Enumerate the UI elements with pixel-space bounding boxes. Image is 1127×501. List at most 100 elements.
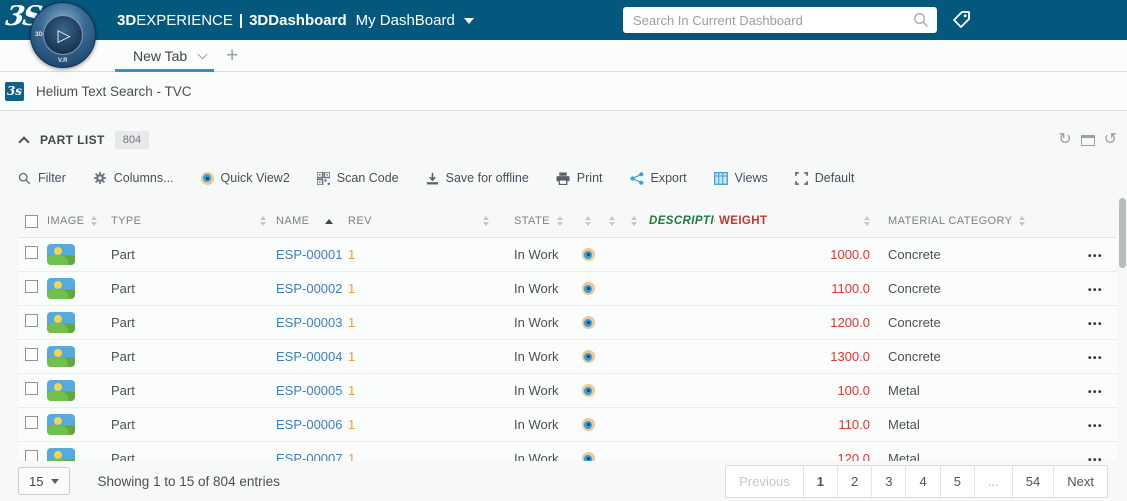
export-button[interactable]: Export [630, 171, 687, 185]
quick-view-radio-icon[interactable] [582, 282, 595, 295]
vertical-scrollbar[interactable] [1119, 198, 1126, 268]
sort-icon[interactable] [585, 216, 591, 226]
row-checkbox[interactable] [25, 450, 38, 462]
scan-code-button[interactable]: Scan Code [317, 171, 399, 185]
pagination-page-button[interactable]: 2 [837, 466, 871, 497]
column-header-name[interactable]: NAME [270, 215, 345, 227]
pagination-page-button[interactable]: 5 [940, 466, 974, 497]
sort-icon[interactable] [631, 216, 637, 226]
column-header-unlabeled-3[interactable] [623, 216, 645, 226]
quick-view-radio-icon[interactable] [582, 384, 595, 397]
pagination-page-button[interactable]: 3 [871, 466, 905, 497]
part-name-link[interactable]: ESP-00001 [276, 247, 343, 262]
row-checkbox[interactable] [25, 280, 38, 293]
pagination-previous-button[interactable]: Previous [726, 466, 803, 497]
row-checkbox[interactable] [25, 348, 38, 361]
part-thumbnail-image[interactable] [47, 312, 75, 333]
table-views-icon [714, 172, 728, 185]
dashboard-name[interactable]: My DashBoard [356, 12, 455, 29]
columns-button[interactable]: Columns... [93, 171, 174, 185]
row-actions-ellipsis-icon[interactable]: ••• [1088, 387, 1103, 398]
row-checkbox[interactable] [25, 246, 38, 259]
column-header-description[interactable]: DESCRIPTION [645, 215, 715, 227]
add-tab-button[interactable]: + [226, 43, 238, 69]
print-button[interactable]: Print [556, 171, 603, 185]
sort-icon[interactable] [1019, 216, 1025, 226]
page-size-select[interactable]: 15 [18, 467, 70, 495]
column-header-weight[interactable]: WEIGHT [715, 215, 876, 227]
quick-view-radio-icon[interactable] [582, 350, 595, 363]
part-name-link[interactable]: ESP-00006 [276, 417, 343, 432]
dashboard-chevron-down-icon[interactable] [464, 18, 474, 24]
sort-icon[interactable] [260, 216, 266, 226]
search-input[interactable] [623, 7, 937, 33]
part-name-link[interactable]: ESP-00002 [276, 281, 343, 296]
type-cell: Part [105, 247, 270, 262]
rev-cell: 1 [345, 281, 493, 296]
part-name-link[interactable]: ESP-00003 [276, 315, 343, 330]
views-button[interactable]: Views [714, 171, 768, 185]
pagination-page-button[interactable]: 1 [803, 466, 837, 497]
column-header-unlabeled-1[interactable] [575, 216, 601, 226]
select-all-checkbox[interactable] [25, 215, 38, 228]
material-cell: Concrete [876, 315, 1056, 330]
state-cell: In Work [493, 281, 575, 296]
column-header-state[interactable]: STATE [493, 215, 575, 227]
filter-button[interactable]: Filter [18, 171, 66, 185]
app-title: Helium Text Search - TVC [36, 84, 192, 99]
quick-view-radio-icon[interactable] [582, 248, 595, 261]
fullscreen-corners-icon [795, 172, 808, 185]
pagination-next-button[interactable]: Next [1053, 466, 1107, 497]
column-header-type[interactable]: TYPE [105, 215, 270, 227]
column-header-material-category[interactable]: MATERIAL CATEGORY [876, 215, 1056, 227]
pagination-page-button[interactable]: 54 [1012, 466, 1053, 497]
sort-icon[interactable] [483, 216, 489, 226]
row-actions-ellipsis-icon[interactable]: ••• [1088, 421, 1103, 432]
part-thumbnail-image[interactable] [47, 278, 75, 299]
part-thumbnail-image[interactable] [47, 414, 75, 435]
sort-icon[interactable] [609, 216, 615, 226]
row-actions-ellipsis-icon[interactable]: ••• [1088, 285, 1103, 296]
part-thumbnail-image[interactable] [47, 244, 75, 265]
section-title[interactable]: PART LIST [40, 133, 105, 147]
part-name-link[interactable]: ESP-00004 [276, 349, 343, 364]
quick-view-radio-icon[interactable] [582, 418, 595, 431]
part-name-link[interactable]: ESP-00007 [276, 451, 343, 462]
sort-ascending-icon[interactable] [325, 219, 333, 224]
part-thumbnail-image[interactable] [47, 346, 75, 367]
quick-view-radio-icon[interactable] [582, 452, 595, 461]
3dexperience-compass-icon[interactable]: ▷ 3D V.R [30, 2, 96, 68]
search-icon[interactable] [913, 12, 929, 28]
column-header-rev[interactable]: REV [345, 215, 493, 227]
row-actions-ellipsis-icon[interactable]: ••• [1088, 319, 1103, 330]
sort-icon[interactable] [864, 216, 870, 226]
quick-view-radio-icon[interactable] [582, 316, 595, 329]
state-column-label: STATE [514, 215, 550, 227]
pagination-page-button[interactable]: 4 [905, 466, 939, 497]
description-column-label: DESCRIPTION [649, 215, 715, 227]
row-checkbox[interactable] [25, 416, 38, 429]
row-actions-ellipsis-icon[interactable]: ••• [1088, 353, 1103, 364]
row-checkbox[interactable] [25, 314, 38, 327]
part-thumbnail-image[interactable] [47, 448, 75, 461]
part-thumbnail-image[interactable] [47, 380, 75, 401]
undo-icon[interactable]: ↺ [1104, 132, 1117, 148]
table-header-row: IMAGE TYPE NAME REV STATE [18, 205, 1117, 238]
column-header-unlabeled-2[interactable] [601, 216, 623, 226]
row-checkbox[interactable] [25, 382, 38, 395]
column-header-image[interactable]: IMAGE [43, 215, 105, 227]
name-column-label: NAME [276, 215, 309, 227]
default-view-button[interactable]: Default [795, 171, 855, 185]
collapse-chevron-up-icon[interactable] [18, 136, 29, 147]
maximize-window-icon[interactable] [1081, 135, 1095, 146]
tag-icon[interactable] [951, 9, 973, 31]
row-actions-ellipsis-icon[interactable]: ••• [1088, 251, 1103, 262]
sort-icon[interactable] [557, 216, 563, 226]
save-offline-button[interactable]: Save for offline [426, 171, 529, 185]
tab-new-tab[interactable]: New Tab [133, 40, 206, 72]
quick-view-button[interactable]: Quick View2 [201, 171, 290, 185]
sort-icon[interactable] [91, 216, 97, 226]
refresh-icon[interactable]: ↻ [1058, 132, 1071, 148]
part-name-link[interactable]: ESP-00005 [276, 383, 343, 398]
tab-chevron-down-icon[interactable] [198, 50, 208, 60]
